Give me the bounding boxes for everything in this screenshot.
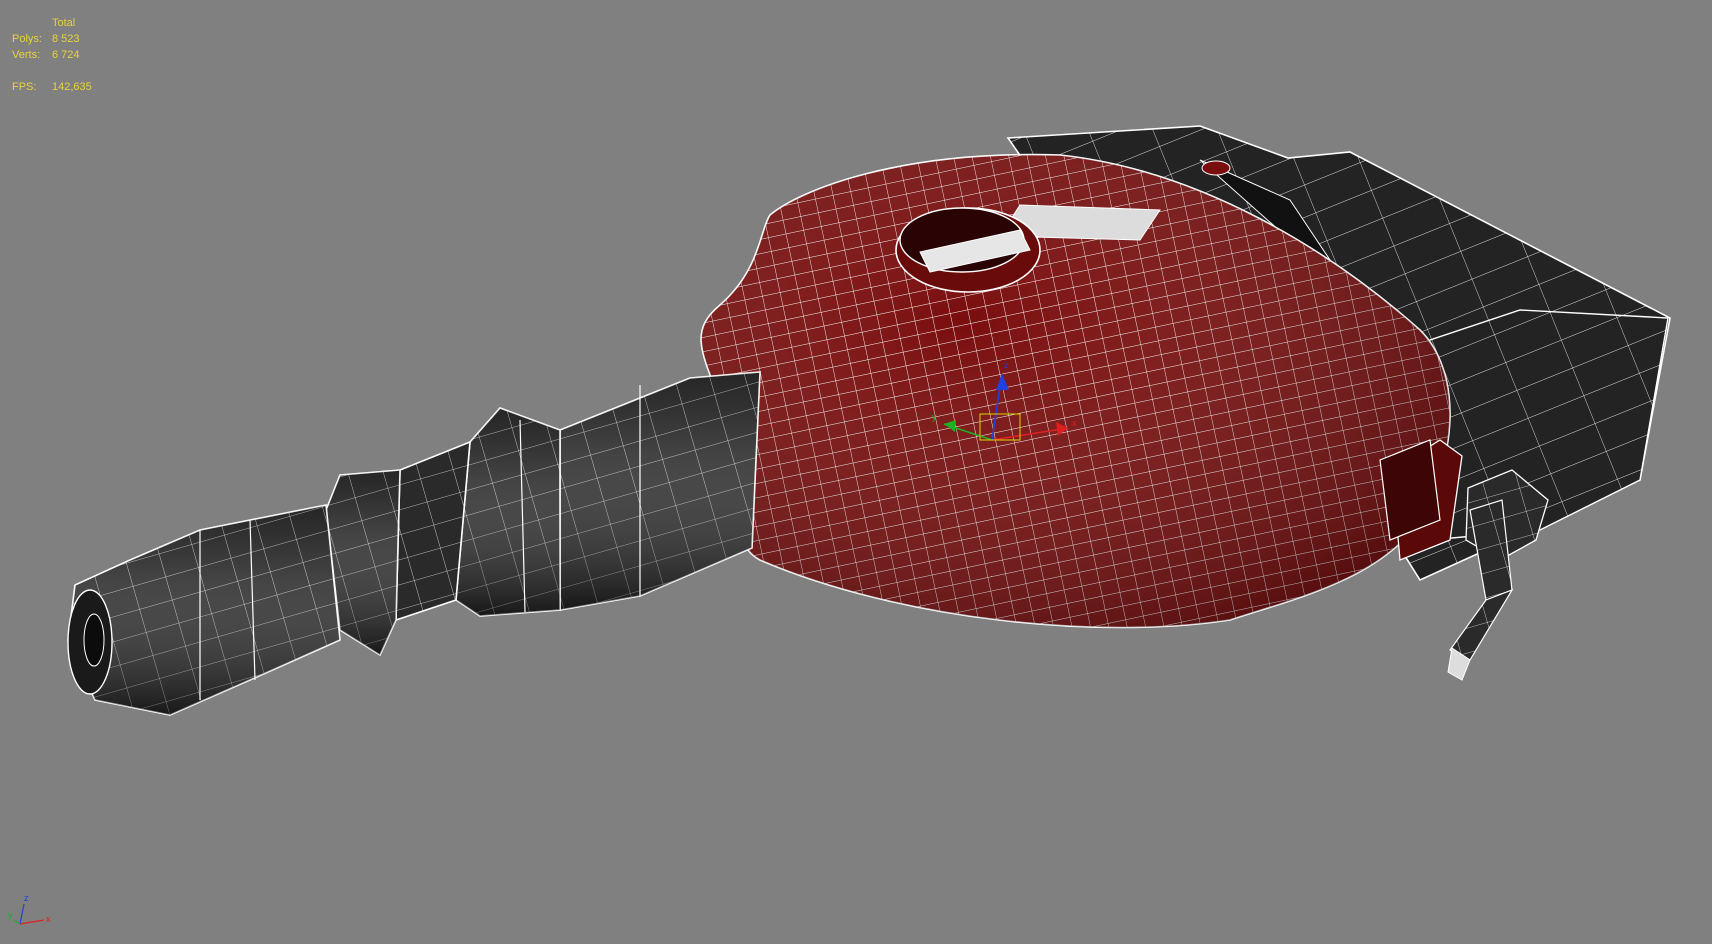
verts-value: 6 724 — [52, 49, 80, 61]
gizmo-z-label: z — [1004, 360, 1009, 370]
viewport-scene[interactable]: x y z — [0, 0, 1712, 944]
top-port[interactable] — [895, 207, 1041, 293]
fps-value: 142,635 — [52, 81, 92, 93]
fps-label: FPS: — [12, 81, 37, 93]
polys-value: 8 523 — [52, 33, 80, 45]
verts-label: Verts: — [12, 49, 41, 61]
world-axis-x-label: x — [46, 914, 51, 924]
perspective-viewport[interactable]: x y z Total Polys: 8 523 Verts: 6 724 FP… — [0, 0, 1712, 944]
gizmo-y-label: y — [932, 412, 937, 422]
world-axis-tripod-icon: x z y — [8, 893, 51, 925]
front-barrel[interactable] — [67, 371, 761, 716]
world-axis-z-label: z — [24, 893, 29, 903]
world-axis-y-label: y — [8, 910, 13, 920]
polys-label: Polys: — [12, 33, 42, 45]
gizmo-x-label: x — [1072, 418, 1077, 428]
stats-header: Total — [52, 17, 76, 29]
